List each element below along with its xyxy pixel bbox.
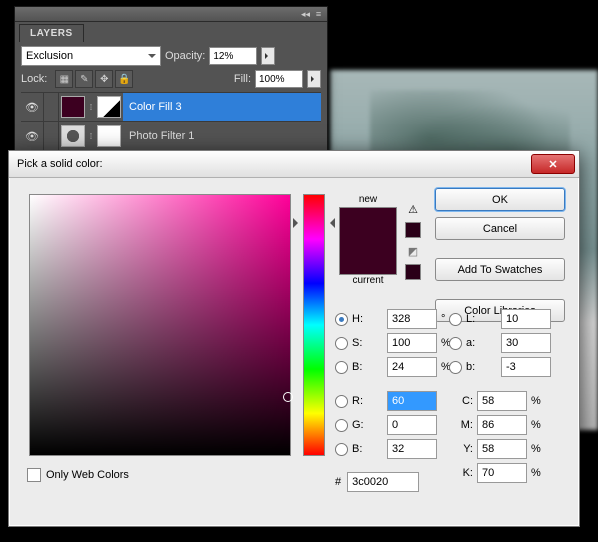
layer-list: 👁 ⁞ Color Fill 3 👁 ⁞ Photo Filter 1 [21, 92, 321, 151]
radio-lab-b[interactable] [449, 361, 462, 374]
current-label: current [339, 275, 397, 286]
label-r: R: [352, 395, 363, 407]
label-h: H: [352, 313, 363, 325]
label-a: a: [466, 337, 475, 349]
mask-thumb[interactable] [97, 96, 121, 118]
radio-h[interactable] [335, 313, 348, 326]
dialog-title: Pick a solid color: [17, 158, 531, 170]
opacity-label: Opacity: [165, 50, 205, 62]
label-s: S: [352, 337, 362, 349]
lock-icons: ▦ ✎ ✥ 🔒 [55, 70, 133, 88]
visibility-icon[interactable]: 👁 [21, 122, 44, 150]
link-cell [44, 93, 59, 121]
unit-pct: % [531, 395, 547, 407]
unit-pct: % [531, 419, 547, 431]
label-bb: B: [352, 443, 362, 455]
gamut-warning-icon[interactable]: ⚠ [406, 202, 420, 216]
ok-button[interactable]: OK [435, 188, 565, 211]
hue-slider[interactable] [303, 194, 325, 456]
mask-link-icon: ⁞ [87, 126, 95, 146]
input-c[interactable]: 58 [477, 391, 527, 411]
layers-panel: ◂◂ ≡ LAYERS Exclusion Opacity: 12% Lock:… [14, 6, 328, 156]
input-brightness[interactable]: 24 [387, 357, 437, 377]
layer-row[interactable]: 👁 ⁞ Color Fill 3 [21, 93, 321, 122]
websafe-swatch[interactable] [405, 264, 421, 280]
fill-flyout-icon[interactable] [307, 70, 321, 88]
lock-pixels-icon[interactable]: ✎ [75, 70, 93, 88]
label-g: G: [352, 419, 364, 431]
opacity-input[interactable]: 12% [209, 47, 257, 65]
label-l: L: [466, 313, 475, 325]
radio-s[interactable] [335, 337, 348, 350]
lock-all-icon[interactable]: 🔒 [115, 70, 133, 88]
panel-menu-icon[interactable]: ≡ [313, 9, 324, 20]
label-lab-b: b: [466, 361, 475, 373]
visibility-icon[interactable]: 👁 [21, 93, 44, 121]
radio-bb[interactable] [335, 443, 348, 456]
label-k: K: [463, 467, 473, 479]
radio-l[interactable] [449, 313, 462, 326]
only-web-label: Only Web Colors [46, 469, 129, 481]
only-web-checkbox[interactable] [27, 468, 41, 482]
blend-mode-select[interactable]: Exclusion [21, 46, 161, 66]
panel-tabs: LAYERS [15, 22, 327, 42]
layer-thumb[interactable] [61, 125, 85, 147]
input-m[interactable]: 86 [477, 415, 527, 435]
input-a[interactable]: 30 [501, 333, 551, 353]
input-k[interactable]: 70 [477, 463, 527, 483]
hue-indicator-icon [325, 218, 335, 228]
add-swatches-button[interactable]: Add To Swatches [435, 258, 565, 281]
color-picker-dialog: Pick a solid color: ✕ new current ⚠ ◩ OK… [8, 150, 580, 527]
unit-pct: % [531, 443, 547, 455]
label-y: Y: [463, 443, 473, 455]
websafe-warning-icon[interactable]: ◩ [406, 244, 420, 258]
label-b: B: [352, 361, 362, 373]
radio-b[interactable] [335, 361, 348, 374]
layer-name[interactable]: Photo Filter 1 [123, 130, 321, 142]
hash-label: # [335, 476, 341, 488]
layer-name[interactable]: Color Fill 3 [123, 93, 321, 121]
cancel-button[interactable]: Cancel [435, 217, 565, 240]
fill-input[interactable]: 100% [255, 70, 303, 88]
hue-indicator-icon [293, 218, 303, 228]
close-button[interactable]: ✕ [531, 154, 575, 174]
radio-r[interactable] [335, 395, 348, 408]
radio-g[interactable] [335, 419, 348, 432]
dialog-titlebar[interactable]: Pick a solid color: ✕ [9, 151, 579, 178]
mask-thumb[interactable] [97, 125, 121, 147]
radio-a[interactable] [449, 337, 462, 350]
lock-label: Lock: [21, 73, 47, 85]
input-r[interactable]: 60 [387, 391, 437, 411]
color-field[interactable] [29, 194, 291, 456]
current-color-swatch[interactable] [340, 208, 396, 241]
unit-pct: % [531, 467, 547, 479]
input-lab-b[interactable]: -3 [501, 357, 551, 377]
lock-transparent-icon[interactable]: ▦ [55, 70, 73, 88]
color-cursor-icon [283, 392, 293, 402]
input-y[interactable]: 58 [477, 439, 527, 459]
input-s[interactable]: 100 [387, 333, 437, 353]
label-m: M: [461, 419, 473, 431]
layer-thumb[interactable] [61, 96, 85, 118]
fill-label: Fill: [234, 73, 251, 85]
color-preview: new current [339, 194, 397, 288]
tab-layers[interactable]: LAYERS [19, 24, 84, 42]
new-label: new [339, 194, 397, 205]
new-color-swatch[interactable] [339, 207, 397, 275]
input-g[interactable]: 0 [387, 415, 437, 435]
input-h[interactable]: 328 [387, 309, 437, 329]
label-c: C: [462, 395, 473, 407]
panel-top-bar: ◂◂ ≡ [15, 7, 327, 22]
layer-row[interactable]: 👁 ⁞ Photo Filter 1 [21, 122, 321, 151]
input-blue[interactable]: 32 [387, 439, 437, 459]
opacity-flyout-icon[interactable] [261, 47, 275, 65]
mask-link-icon: ⁞ [87, 97, 95, 117]
collapse-icon[interactable]: ◂◂ [300, 9, 311, 20]
input-hex[interactable]: 3c0020 [347, 472, 419, 492]
gamut-swatch[interactable] [405, 222, 421, 238]
lock-position-icon[interactable]: ✥ [95, 70, 113, 88]
input-l[interactable]: 10 [501, 309, 551, 329]
link-cell [44, 122, 59, 150]
